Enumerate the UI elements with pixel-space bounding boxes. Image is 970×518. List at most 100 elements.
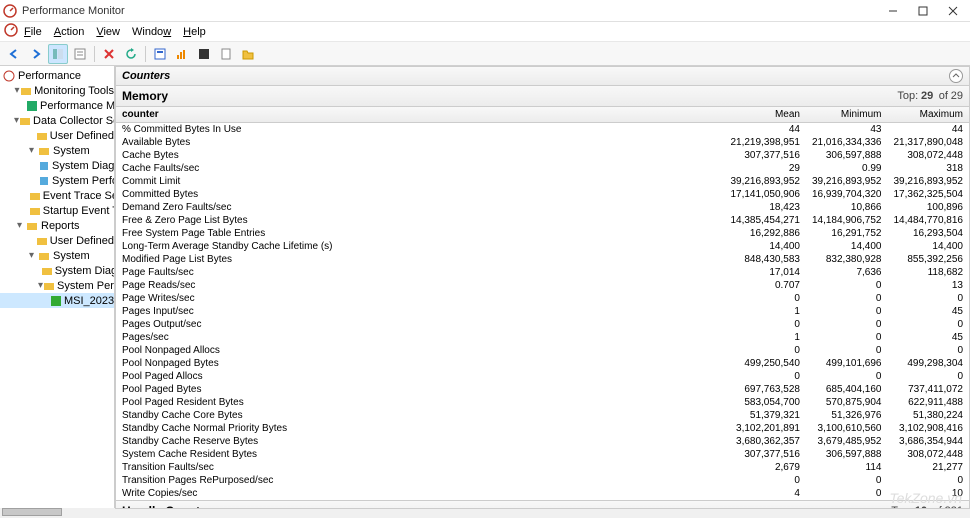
table-row[interactable]: Pages/sec1045 xyxy=(116,331,970,344)
cell-min: 306,597,888 xyxy=(806,448,888,461)
handle-section-header[interactable]: Handle Count Top: 10 of 331 xyxy=(115,501,970,508)
tree-sysdiag1[interactable]: System Diagnostics xyxy=(0,158,114,173)
col-counter[interactable]: counter xyxy=(116,107,725,123)
memory-section-header[interactable]: Memory Top: 29 of 29 xyxy=(115,86,970,107)
table-row[interactable]: Pages Input/sec1045 xyxy=(116,305,970,318)
forward-button[interactable] xyxy=(26,44,46,64)
tree-hscrollbar[interactable] xyxy=(0,508,115,518)
tree-userdef1[interactable]: User Defined xyxy=(0,128,114,143)
table-row[interactable]: Page Writes/sec000 xyxy=(116,292,970,305)
table-row[interactable]: Write Copies/sec4010 xyxy=(116,487,970,501)
cell-name: Standby Cache Normal Priority Bytes xyxy=(116,422,725,435)
table-row[interactable]: Transition Faults/sec2,67911421,277 xyxy=(116,461,970,474)
table-row[interactable]: Committed Bytes17,141,050,90616,939,704,… xyxy=(116,188,970,201)
table-row[interactable]: Standby Cache Core Bytes51,379,32151,326… xyxy=(116,409,970,422)
view-log-button[interactable] xyxy=(216,44,236,64)
cell-min: 0 xyxy=(806,331,888,344)
cell-mean: 4 xyxy=(724,487,806,501)
cell-max: 16,293,504 xyxy=(887,227,969,240)
menu-help[interactable]: Help xyxy=(177,24,212,40)
refresh-button[interactable] xyxy=(121,44,141,64)
cell-name: Pool Nonpaged Bytes xyxy=(116,357,725,370)
report-content[interactable]: Counters Memory Top: 29 of 29 counter Me… xyxy=(115,66,970,508)
table-row[interactable]: Pool Nonpaged Bytes499,250,540499,101,69… xyxy=(116,357,970,370)
col-min[interactable]: Minimum xyxy=(806,107,888,123)
tree-monitoring-tools[interactable]: ▾Monitoring Tools xyxy=(0,83,114,98)
table-row[interactable]: Cache Faults/sec290.99318 xyxy=(116,162,970,175)
cell-name: System Cache Resident Bytes xyxy=(116,448,725,461)
col-max[interactable]: Maximum xyxy=(887,107,969,123)
table-row[interactable]: Pool Paged Bytes697,763,528685,404,16073… xyxy=(116,383,970,396)
tree-system1[interactable]: ▾System xyxy=(0,143,114,158)
cell-name: Pool Nonpaged Allocs xyxy=(116,344,725,357)
col-mean[interactable]: Mean xyxy=(724,107,806,123)
back-button[interactable] xyxy=(4,44,24,64)
tree-ets[interactable]: Event Trace Sessions xyxy=(0,188,114,203)
cell-mean: 0 xyxy=(724,344,806,357)
menu-window[interactable]: Window xyxy=(126,24,177,40)
tree-userdef2[interactable]: User Defined xyxy=(0,233,114,248)
table-row[interactable]: % Committed Bytes In Use444344 xyxy=(116,123,970,137)
maximize-button[interactable] xyxy=(908,1,938,21)
navigation-tree[interactable]: Performance ▾Monitoring Tools Performanc… xyxy=(0,66,115,508)
show-hide-tree-button[interactable] xyxy=(48,44,68,64)
table-row[interactable]: Free & Zero Page List Bytes14,385,454,27… xyxy=(116,214,970,227)
collapse-icon[interactable] xyxy=(949,69,963,83)
tree-sysperf1[interactable]: System Performance xyxy=(0,173,114,188)
cell-mean: 16,292,886 xyxy=(724,227,806,240)
cell-name: Page Writes/sec xyxy=(116,292,725,305)
menu-bar: File Action View Window Help xyxy=(0,22,970,42)
table-row[interactable]: Pool Nonpaged Allocs000 xyxy=(116,344,970,357)
cell-max: 622,911,488 xyxy=(887,396,969,409)
table-row[interactable]: Page Reads/sec0.707013 xyxy=(116,279,970,292)
tree-root[interactable]: Performance xyxy=(0,68,114,83)
table-row[interactable]: Available Bytes21,219,398,95121,016,334,… xyxy=(116,136,970,149)
minimize-button[interactable] xyxy=(878,1,908,21)
table-row[interactable]: System Cache Resident Bytes307,377,51630… xyxy=(116,448,970,461)
view-chart-button[interactable] xyxy=(172,44,192,64)
cell-max: 10 xyxy=(887,487,969,501)
cell-name: Pool Paged Bytes xyxy=(116,383,725,396)
view-histogram-button[interactable] xyxy=(194,44,214,64)
menu-file[interactable]: File xyxy=(18,24,48,40)
cell-max: 318 xyxy=(887,162,969,175)
table-row[interactable]: Standby Cache Normal Priority Bytes3,102… xyxy=(116,422,970,435)
tree-dcs[interactable]: ▾Data Collector Sets xyxy=(0,113,114,128)
menu-view[interactable]: View xyxy=(90,24,126,40)
cell-mean: 18,423 xyxy=(724,201,806,214)
tree-system2[interactable]: ▾System xyxy=(0,248,114,263)
tree-perfmon[interactable]: Performance Monitor xyxy=(0,98,114,113)
tree-msi-report[interactable]: MSI_20230714-000001 xyxy=(0,293,114,308)
cell-min: 0 xyxy=(806,279,888,292)
cell-mean: 499,250,540 xyxy=(724,357,806,370)
table-row[interactable]: Demand Zero Faults/sec18,42310,866100,89… xyxy=(116,201,970,214)
table-row[interactable]: Pool Paged Resident Bytes583,054,700570,… xyxy=(116,396,970,409)
folder-button[interactable] xyxy=(238,44,258,64)
app-menu-icon xyxy=(4,23,18,40)
table-row[interactable]: Modified Page List Bytes848,430,583832,3… xyxy=(116,253,970,266)
delete-button[interactable] xyxy=(99,44,119,64)
close-button[interactable] xyxy=(938,1,968,21)
table-row[interactable]: Pages Output/sec000 xyxy=(116,318,970,331)
properties-button[interactable] xyxy=(70,44,90,64)
counters-header[interactable]: Counters xyxy=(115,66,970,86)
menu-action[interactable]: Action xyxy=(48,24,91,40)
tree-reports[interactable]: ▾Reports xyxy=(0,218,114,233)
table-row[interactable]: Commit Limit39,216,893,95239,216,893,952… xyxy=(116,175,970,188)
view-report-button[interactable] xyxy=(150,44,170,64)
tree-sets[interactable]: Startup Event Trace Sessions xyxy=(0,203,114,218)
cell-min: 0 xyxy=(806,370,888,383)
tree-sysperf2[interactable]: ▾System Performance xyxy=(0,278,114,293)
cell-max: 0 xyxy=(887,344,969,357)
table-row[interactable]: Transition Pages RePurposed/sec000 xyxy=(116,474,970,487)
table-row[interactable]: Cache Bytes307,377,516306,597,888308,072… xyxy=(116,149,970,162)
table-row[interactable]: Standby Cache Reserve Bytes3,680,362,357… xyxy=(116,435,970,448)
table-row[interactable]: Long-Term Average Standby Cache Lifetime… xyxy=(116,240,970,253)
cell-min: 7,636 xyxy=(806,266,888,279)
tree-sysdiag2[interactable]: System Diagnostics xyxy=(0,263,114,278)
memory-table: counter Mean Minimum Maximum % Committed… xyxy=(115,107,970,501)
cell-min: 16,291,752 xyxy=(806,227,888,240)
table-row[interactable]: Pool Paged Allocs000 xyxy=(116,370,970,383)
table-row[interactable]: Free System Page Table Entries16,292,886… xyxy=(116,227,970,240)
table-row[interactable]: Page Faults/sec17,0147,636118,682 xyxy=(116,266,970,279)
